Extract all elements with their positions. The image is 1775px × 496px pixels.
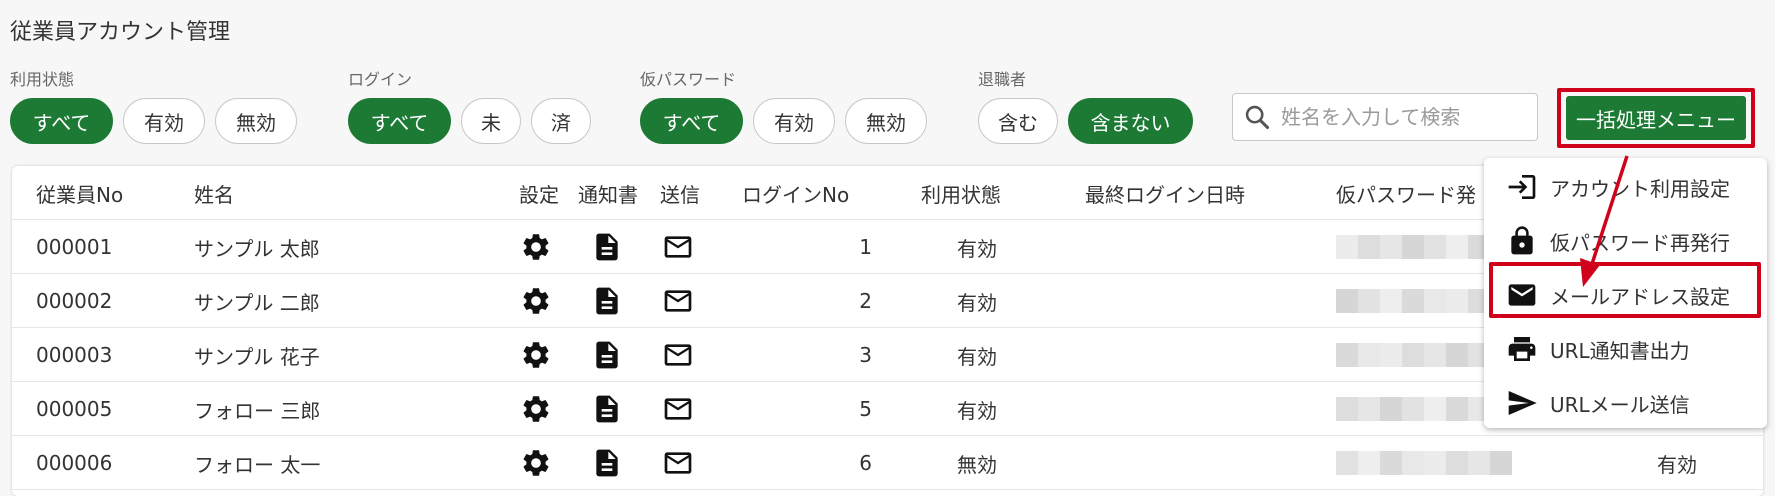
filter-temp-password: 仮パスワード すべて 有効 無効 — [640, 70, 927, 144]
cell-login-no: 6 — [859, 451, 872, 475]
send-icon — [1508, 391, 1537, 415]
document-icon[interactable] — [587, 328, 627, 382]
filter-retired-label: 退職者 — [978, 70, 1027, 89]
gear-icon[interactable] — [516, 328, 556, 382]
cell-status: 無効 — [957, 452, 997, 477]
cell-employee-no: 000002 — [36, 289, 113, 313]
cell-employee-no: 000001 — [36, 235, 113, 259]
menu-item-account-settings[interactable]: アカウント利用設定 — [1484, 160, 1767, 214]
filter-retired: 退職者 含む 含まない — [978, 70, 1193, 144]
cell-name: サンプル 太郎 — [194, 236, 320, 261]
gear-icon[interactable] — [516, 382, 556, 436]
gear-icon[interactable] — [516, 220, 556, 274]
mail-outline-icon[interactable] — [658, 382, 698, 436]
cell-login-no: 5 — [859, 397, 872, 421]
cell-temp-password-blurred — [1336, 436, 1512, 490]
table-row[interactable]: 000006 フォロー 太一 6 無効 有効 — [12, 436, 1763, 490]
search-box[interactable] — [1232, 93, 1538, 141]
bulk-menu-button[interactable]: 一括処理メニュー — [1566, 96, 1746, 140]
page-title: 従業員アカウント管理 — [10, 20, 231, 45]
login-icon — [1508, 175, 1536, 199]
gear-icon[interactable] — [516, 274, 556, 328]
printer-icon — [1508, 337, 1536, 361]
cell-employee-no: 000006 — [36, 451, 113, 475]
cell-employee-no: 000005 — [36, 397, 113, 421]
mail-outline-icon[interactable] — [658, 328, 698, 382]
cell-name: フォロー 三郎 — [194, 398, 321, 423]
cell-login-no: 3 — [859, 343, 872, 367]
cell-temp-password-status: 有効 — [1657, 452, 1697, 477]
mail-outline-icon[interactable] — [658, 436, 698, 490]
cell-name: サンプル 花子 — [194, 344, 320, 369]
document-icon[interactable] — [587, 436, 627, 490]
filter-login: ログイン すべて 未 済 — [348, 70, 591, 144]
menu-item-url-notice-output[interactable]: URL通知書出力 — [1484, 322, 1767, 376]
cell-status: 有効 — [957, 236, 997, 261]
lock-icon — [1511, 226, 1533, 255]
filter-status-all-chip[interactable]: すべて — [10, 98, 113, 144]
cell-login-no: 2 — [859, 289, 872, 313]
filter-status: 利用状態 すべて 有効 無効 — [10, 70, 297, 144]
menu-item-label: アカウント利用設定 — [1550, 176, 1730, 201]
cell-employee-no: 000003 — [36, 343, 113, 367]
cell-name: フォロー 太一 — [194, 452, 321, 477]
cell-status: 有効 — [957, 398, 997, 423]
header-send: 送信 — [660, 182, 700, 207]
document-icon[interactable] — [587, 220, 627, 274]
search-icon — [1245, 105, 1270, 130]
header-login-no[interactable]: ログインNo — [742, 166, 849, 220]
filter-temp-password-label: 仮パスワード — [640, 70, 737, 89]
cell-status: 有効 — [957, 344, 997, 369]
mail-outline-icon[interactable] — [658, 220, 698, 274]
menu-item-label: 仮パスワード再発行 — [1550, 230, 1730, 255]
filter-login-label: ログイン — [348, 70, 413, 89]
filter-status-label: 利用状態 — [10, 70, 75, 89]
header-notice: 通知書 — [578, 182, 638, 207]
menu-item-url-mail-send[interactable]: URLメール送信 — [1484, 376, 1767, 430]
document-icon[interactable] — [587, 274, 627, 328]
cell-status: 有効 — [957, 290, 997, 315]
filter-status-inactive-chip[interactable]: 無効 — [215, 98, 297, 144]
header-temp-password[interactable]: 仮パスワード発 — [1336, 166, 1476, 220]
filter-status-active-chip[interactable]: 有効 — [123, 98, 205, 144]
mail-outline-icon[interactable] — [658, 274, 698, 328]
menu-item-label: URL通知書出力 — [1550, 338, 1690, 363]
cell-name: サンプル 二郎 — [194, 290, 320, 315]
header-settings: 設定 — [519, 182, 559, 207]
filter-login-done-chip[interactable]: 済 — [531, 98, 591, 144]
search-input[interactable] — [1279, 104, 1519, 130]
filter-temp-password-all-chip[interactable]: すべて — [640, 98, 743, 144]
header-last-login[interactable]: 最終ログイン日時 — [1085, 166, 1245, 220]
filter-login-all-chip[interactable]: すべて — [348, 98, 451, 144]
header-employee-no[interactable]: 従業員No — [36, 166, 123, 220]
header-status[interactable]: 利用状態 — [921, 166, 1001, 220]
filter-temp-password-active-chip[interactable]: 有効 — [753, 98, 835, 144]
filter-retired-include-chip[interactable]: 含む — [978, 98, 1058, 144]
filter-retired-exclude-chip[interactable]: 含まない — [1068, 98, 1193, 144]
cell-login-no: 1 — [859, 235, 872, 259]
document-icon[interactable] — [587, 382, 627, 436]
menu-item-label: URLメール送信 — [1550, 392, 1690, 417]
filter-temp-password-inactive-chip[interactable]: 無効 — [845, 98, 927, 144]
menu-item-highlight — [1489, 262, 1761, 318]
header-name[interactable]: 姓名 — [194, 166, 234, 220]
menu-item-password-reissue[interactable]: 仮パスワード再発行 — [1484, 214, 1767, 268]
gear-icon[interactable] — [516, 436, 556, 490]
filter-login-not-yet-chip[interactable]: 未 — [461, 98, 521, 144]
